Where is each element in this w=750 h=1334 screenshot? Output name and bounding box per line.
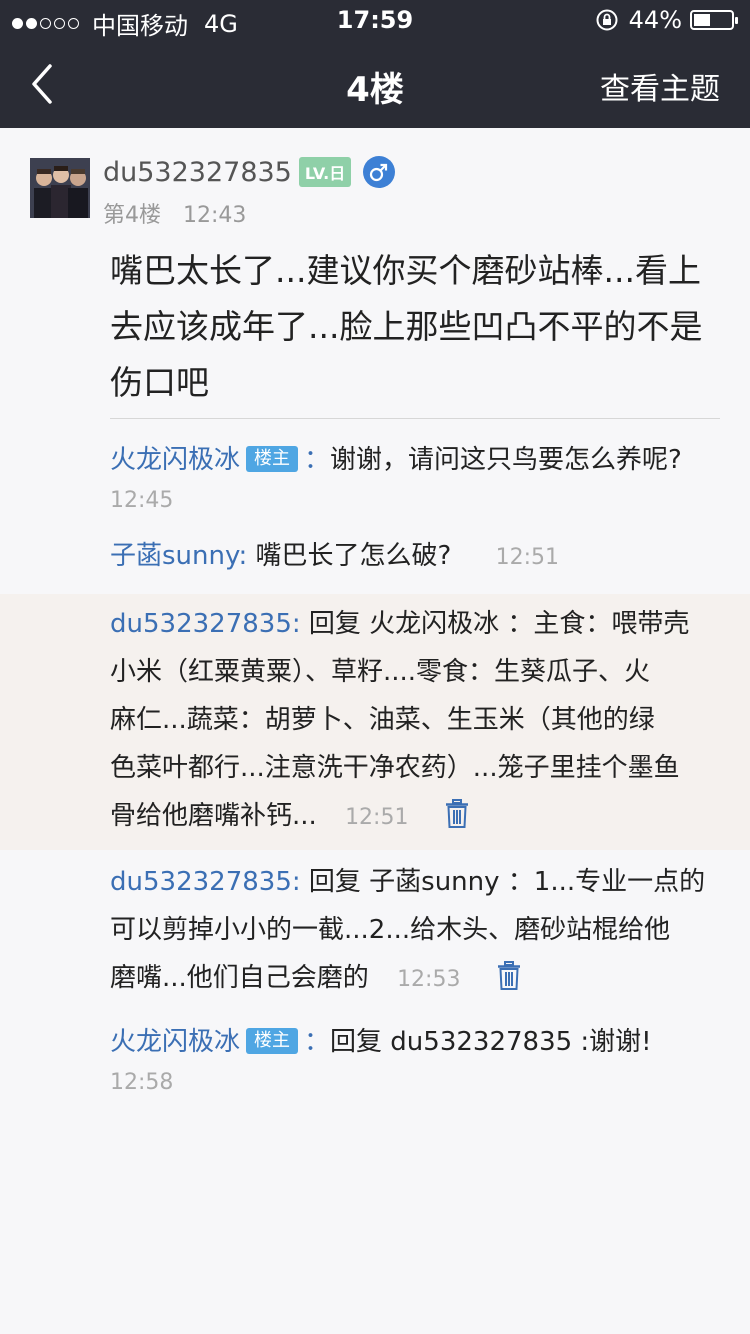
reply-text: 回复 du532327835 :谢谢! xyxy=(330,1027,652,1057)
reply-list: 火龙闪极冰 楼主 ：谢谢，请问这只鸟要怎么养呢? 12:45 子菡sunny: 嘴巴… xyxy=(0,428,750,1100)
reply-text-line: 磨嘴...他们自己会磨的 xyxy=(110,963,369,993)
view-topic-button[interactable]: 查看主题 xyxy=(600,64,720,108)
reply-item-own[interactable]: du532327835: 回复 火龙闪极冰 ：主食：喂带壳 小米（红粟黄粟）、草… xyxy=(0,594,750,850)
post-meta: 第4楼 12:43 xyxy=(103,197,246,229)
male-gender-icon xyxy=(363,156,396,188)
status-bar: 中国移动 4G 17:59 44% xyxy=(0,0,750,40)
reply-text-line: 回复 火龙闪极冰 ：主食：喂带壳 xyxy=(308,609,690,639)
trash-icon[interactable] xyxy=(497,961,521,991)
avatar[interactable] xyxy=(30,158,90,218)
reply-item[interactable]: 火龙闪极冰 楼主 ：谢谢，请问这只鸟要怎么养呢? 12:45 xyxy=(0,428,750,522)
trash-icon[interactable] xyxy=(445,799,469,829)
reply-text-line: 可以剪掉小小的一截...2...给木头、磨砂站棍给他 xyxy=(110,915,671,945)
reply-text-line: 麻仁...蔬菜：胡萝卜、油菜、生玉米（其他的绿 xyxy=(110,705,655,735)
reply-item-own[interactable]: du532327835: 回复 子菡sunny ：1...专业一点的 可以剪掉小… xyxy=(0,850,750,1012)
post-time: 12:43 xyxy=(183,203,247,228)
reply-time: 12:51 xyxy=(345,805,409,830)
reply-time: 12:58 xyxy=(110,1070,174,1095)
post-content: 嘴巴太长了...建议你买个磨砂站棒...看上去应该成年了...脸上那些凹凸不平的… xyxy=(110,251,703,402)
reply-item[interactable]: 火龙闪极冰 楼主 ：回复 du532327835 :谢谢! 12:58 xyxy=(0,1012,750,1100)
divider xyxy=(110,418,720,419)
reply-text: 谢谢，请问这只鸟要怎么养呢? xyxy=(330,445,682,475)
reply-time: 12:51 xyxy=(495,545,559,570)
post-author[interactable]: du532327835 LV.日 xyxy=(103,156,396,188)
thread-owner-badge: 楼主 xyxy=(246,1028,299,1054)
reply-username[interactable]: 火龙闪极冰 xyxy=(110,1027,240,1057)
level-badge: LV.日 xyxy=(298,157,352,187)
reply-text-line: 小米（红粟黄粟）、草籽....零食：生葵瓜子、火 xyxy=(110,657,651,687)
reply-username[interactable]: 子菡sunny: xyxy=(110,541,247,571)
battery-percent: 44% xyxy=(628,6,682,34)
nav-bar: 4楼 查看主题 xyxy=(0,40,750,128)
reply-time: 12:45 xyxy=(110,488,174,513)
reply-time: 12:53 xyxy=(397,967,461,992)
rotation-lock-icon xyxy=(596,9,618,31)
avatar-image xyxy=(30,158,90,218)
reply-text-line: 骨给他磨嘴补钙... xyxy=(110,801,317,831)
post-username[interactable]: du532327835 xyxy=(103,157,292,188)
reply-text-line: 回复 子菡sunny ：1...专业一点的 xyxy=(308,867,706,897)
floor-number: 第4楼 xyxy=(103,203,161,228)
reply-username[interactable]: 火龙闪极冰 xyxy=(110,445,240,475)
thread-owner-badge: 楼主 xyxy=(246,446,299,472)
reply-text: 嘴巴长了怎么破? xyxy=(255,541,452,571)
reply-username[interactable]: du532327835: xyxy=(110,609,301,639)
battery-icon xyxy=(690,10,738,30)
reply-item[interactable]: 子菡sunny: 嘴巴长了怎么破? 12:51 xyxy=(0,522,750,594)
top-bar: 中国移动 4G 17:59 44% 4楼 查看主题 xyxy=(0,0,750,128)
reply-text-line: 色菜叶都行...注意洗干净农药）...笼子里挂个墨鱼 xyxy=(110,753,680,783)
reply-username[interactable]: du532327835: xyxy=(110,867,301,897)
